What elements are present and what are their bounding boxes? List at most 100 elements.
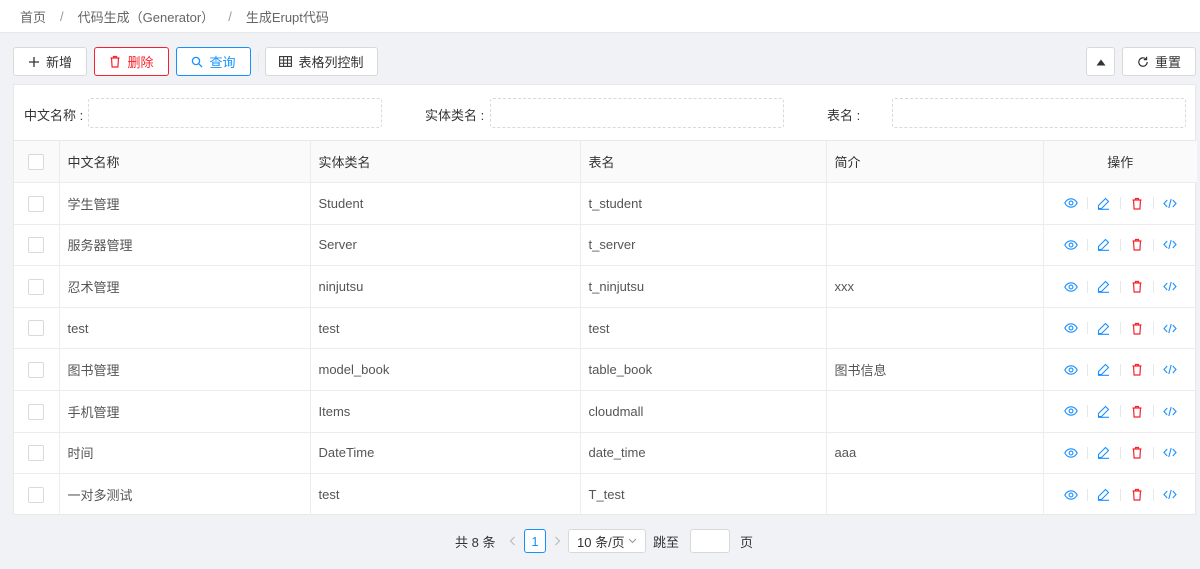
code-icon[interactable]	[1162, 362, 1178, 378]
cell-ops	[1043, 307, 1197, 350]
row-checkbox[interactable]	[28, 487, 45, 504]
row-checkbox[interactable]	[28, 237, 45, 254]
prev-page-button[interactable]	[505, 529, 519, 553]
row-checkbox[interactable]	[28, 195, 45, 212]
code-icon[interactable]	[1162, 279, 1178, 295]
edit-icon[interactable]	[1096, 237, 1112, 253]
header-table[interactable]: 表名	[580, 141, 827, 184]
cell-name: 手机管理	[59, 390, 311, 433]
add-button-label: 新增	[45, 55, 72, 70]
cell-desc: aaa	[826, 432, 1044, 475]
collapse-search-button[interactable]	[1086, 47, 1115, 76]
code-icon[interactable]	[1162, 403, 1178, 419]
select-all-checkbox[interactable]	[28, 153, 45, 170]
trash-icon[interactable]	[1129, 487, 1145, 503]
class-label: 实体类名 :	[425, 108, 485, 123]
breadcrumb-parent[interactable]: 代码生成（Generator）	[78, 7, 215, 26]
query-button[interactable]: 查询	[176, 47, 251, 76]
row-select-cell	[14, 348, 60, 392]
eye-icon[interactable]	[1063, 237, 1079, 253]
cell-desc: 图书信息	[826, 348, 1044, 392]
eye-icon[interactable]	[1063, 195, 1079, 211]
code-icon[interactable]	[1162, 195, 1178, 211]
code-icon[interactable]	[1162, 320, 1178, 336]
search-icon	[191, 56, 203, 68]
name-search-input[interactable]	[88, 98, 382, 128]
cell-desc	[826, 390, 1044, 433]
edit-icon[interactable]	[1096, 195, 1112, 211]
class-search-input[interactable]	[490, 98, 784, 128]
table-row: 服务器管理 Server t_server	[14, 224, 1197, 267]
breadcrumb-home[interactable]: 首页	[20, 7, 46, 26]
delete-button[interactable]: 删除	[94, 47, 169, 76]
edit-icon[interactable]	[1096, 445, 1112, 461]
cell-class: test	[310, 473, 581, 516]
row-select-cell	[14, 432, 60, 475]
code-icon[interactable]	[1162, 487, 1178, 503]
cell-ops	[1043, 224, 1197, 267]
edit-icon[interactable]	[1096, 403, 1112, 419]
pagination-total: 共 8 条	[455, 534, 496, 550]
table-row: 一对多测试 test T_test	[14, 473, 1197, 516]
page-size-select[interactable]: 10 条/页	[568, 529, 646, 553]
table-row: 手机管理 Items cloudmall	[14, 390, 1197, 433]
cell-name: 学生管理	[59, 182, 311, 225]
trash-icon[interactable]	[1129, 320, 1145, 336]
page-1-button[interactable]: 1	[524, 529, 546, 553]
data-table: 中文名称 实体类名 表名 简介 操作 学生管理 Student t_student 服…	[14, 141, 1197, 516]
code-icon[interactable]	[1162, 445, 1178, 461]
table-row: 学生管理 Student t_student	[14, 182, 1197, 225]
eye-icon[interactable]	[1063, 320, 1079, 336]
breadcrumb-separator: /	[60, 8, 64, 24]
eye-icon[interactable]	[1063, 445, 1079, 461]
cell-table: t_student	[580, 182, 827, 225]
header-class[interactable]: 实体类名	[310, 141, 581, 184]
row-checkbox[interactable]	[28, 362, 45, 379]
trash-icon[interactable]	[1129, 403, 1145, 419]
refresh-icon	[1137, 56, 1149, 68]
chevron-down-icon	[628, 538, 637, 544]
header-desc[interactable]: 简介	[826, 141, 1044, 184]
name-label: 中文名称 :	[24, 108, 84, 123]
edit-icon[interactable]	[1096, 279, 1112, 295]
cell-ops	[1043, 182, 1197, 225]
row-checkbox[interactable]	[28, 320, 45, 337]
content-panel: 中文名称 : 实体类名 : 表名 : 中文名称 实体类名 表名 简介 操作 学生…	[13, 84, 1197, 516]
cell-ops	[1043, 348, 1197, 392]
eye-icon[interactable]	[1063, 279, 1079, 295]
eye-icon[interactable]	[1063, 403, 1079, 419]
trash-icon[interactable]	[1129, 237, 1145, 253]
row-checkbox[interactable]	[28, 278, 45, 295]
breadcrumb: 首页 / 代码生成（Generator） / 生成Erupt代码	[0, 0, 1200, 33]
column-control-button[interactable]: 表格列控制	[265, 47, 378, 76]
trash-icon[interactable]	[1129, 362, 1145, 378]
reset-button-label: 重置	[1154, 55, 1181, 70]
cell-class: DateTime	[310, 432, 581, 475]
trash-icon[interactable]	[1129, 195, 1145, 211]
code-icon[interactable]	[1162, 237, 1178, 253]
eye-icon[interactable]	[1063, 362, 1079, 378]
select-all-cell	[14, 141, 60, 184]
edit-icon[interactable]	[1096, 362, 1112, 378]
header-name[interactable]: 中文名称	[59, 141, 311, 184]
table-row: 忍术管理 ninjutsu t_ninjutsu xxx	[14, 265, 1197, 308]
eye-icon[interactable]	[1063, 487, 1079, 503]
edit-icon[interactable]	[1096, 487, 1112, 503]
add-button[interactable]: 新增	[13, 47, 87, 76]
edit-icon[interactable]	[1096, 320, 1112, 336]
cell-desc	[826, 473, 1044, 516]
jump-page-input[interactable]	[690, 529, 730, 553]
table-row: 时间 DateTime date_time aaa	[14, 432, 1197, 475]
trash-icon[interactable]	[1129, 445, 1145, 461]
row-checkbox[interactable]	[28, 445, 45, 462]
trash-icon[interactable]	[1129, 279, 1145, 295]
next-page-button[interactable]	[550, 529, 564, 553]
cell-ops	[1043, 432, 1197, 475]
cell-desc	[826, 182, 1044, 225]
table-search-input[interactable]	[892, 98, 1186, 128]
header-ops: 操作	[1043, 141, 1197, 184]
search-form: 中文名称 : 实体类名 : 表名 :	[14, 85, 1195, 141]
row-checkbox[interactable]	[28, 403, 45, 420]
reset-button[interactable]: 重置	[1122, 47, 1196, 76]
cell-table: cloudmall	[580, 390, 827, 433]
